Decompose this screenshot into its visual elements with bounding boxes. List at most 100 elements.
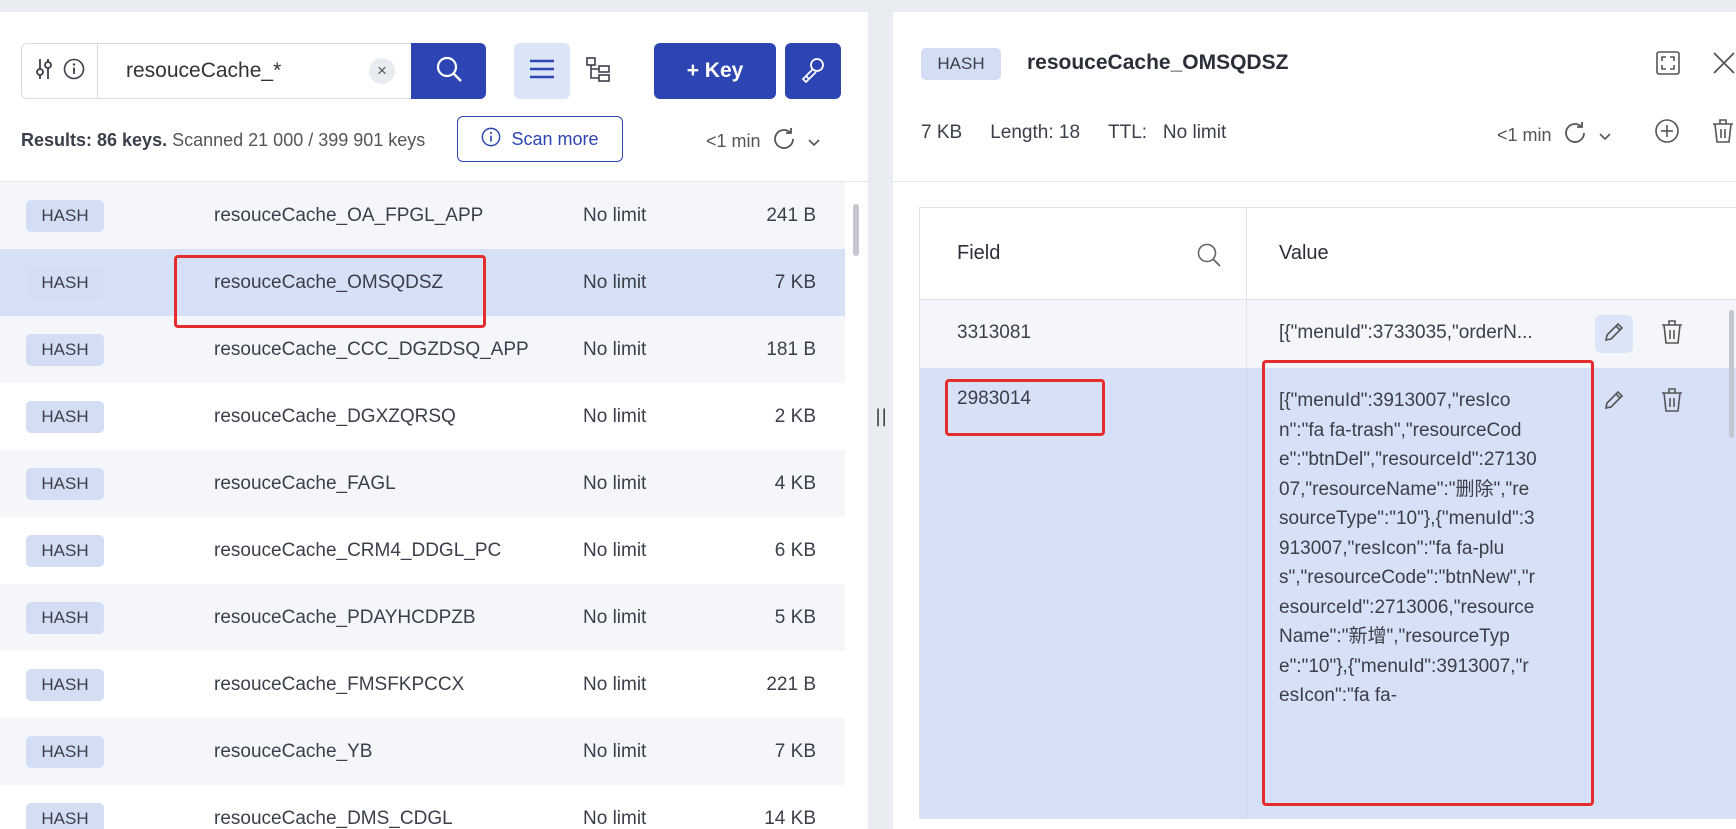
- key-ttl: No limit: [583, 807, 647, 829]
- results-summary: Results: 86 keys. Scanned 21 000 / 399 9…: [21, 130, 425, 151]
- key-ttl: No limit: [583, 338, 647, 360]
- annotation-highlight-value: [1262, 360, 1594, 806]
- search-input[interactable]: resouceCache_*: [98, 44, 369, 98]
- key-row[interactable]: HASH resouceCache_PDAYHCDPZB No limit 5 …: [0, 584, 845, 651]
- key-size: 14 KB: [764, 807, 816, 829]
- expand-icon[interactable]: [1655, 50, 1681, 81]
- ttl-label: TTL:: [1108, 122, 1148, 143]
- key-type-badge: HASH: [26, 467, 104, 500]
- key-ttl: No limit: [583, 740, 647, 762]
- key-row[interactable]: HASH resouceCache_CRM4_DDGL_PC No limit …: [0, 517, 845, 584]
- refresh-control: <1 min: [706, 126, 821, 157]
- detail-size: 7 KB: [921, 122, 963, 143]
- detail-length: Length: 18: [990, 122, 1081, 143]
- trash-icon: [1660, 319, 1684, 350]
- key-row[interactable]: HASH resouceCache_FMSFKPCCX No limit 221…: [0, 651, 845, 718]
- close-icon[interactable]: [1711, 50, 1736, 81]
- detail-last-refresh: <1 min: [1497, 125, 1552, 145]
- key-name: resouceCache_CRM4_DDGL_PC: [214, 539, 502, 561]
- filter-button[interactable]: [22, 44, 98, 98]
- row-actions: [1595, 383, 1691, 421]
- field-header-label: Field: [957, 242, 1001, 264]
- key-type-badge: HASH: [26, 534, 104, 567]
- field-cell: 3313081: [920, 300, 1247, 368]
- key-size: 6 KB: [774, 539, 816, 561]
- info-icon: [481, 127, 501, 152]
- key-type-badge: HASH: [26, 333, 104, 366]
- detail-scrollbar[interactable]: [1729, 310, 1734, 438]
- detail-refresh-control: <1 min: [1497, 120, 1612, 151]
- detail-type-badge: HASH: [921, 48, 1001, 80]
- search-bar: resouceCache_* ×: [21, 43, 486, 99]
- refresh-icon[interactable]: [771, 126, 797, 157]
- key-name: resouceCache_YB: [214, 740, 373, 762]
- clear-search-icon[interactable]: ×: [369, 58, 395, 84]
- key-size: 221 B: [766, 673, 816, 695]
- key-ttl: No limit: [583, 606, 647, 628]
- key-row[interactable]: HASH resouceCache_YB No limit 7 KB: [0, 718, 845, 785]
- info-icon[interactable]: [63, 58, 85, 85]
- edit-button[interactable]: [1595, 383, 1633, 421]
- search-icon[interactable]: [1196, 242, 1222, 274]
- key-row[interactable]: HASH resouceCache_DGXZQRSQ No limit 2 KB: [0, 383, 845, 450]
- key-row[interactable]: HASH resouceCache_DMS_CDGL No limit 14 K…: [0, 785, 845, 829]
- splitter-grip[interactable]: ||: [875, 406, 887, 427]
- detail-key-name[interactable]: resouceCache_OMSQDSZ: [1027, 51, 1288, 75]
- key-ttl: No limit: [583, 539, 647, 561]
- annotation-highlight-field: [945, 379, 1105, 436]
- add-field-icon[interactable]: [1654, 118, 1680, 149]
- pencil-icon: [1602, 388, 1626, 417]
- results-count: Results: 86 keys.: [21, 130, 168, 150]
- key-row[interactable]: HASH resouceCache_FAGL No limit 4 KB: [0, 450, 845, 517]
- add-key-button[interactable]: + Key: [654, 43, 776, 99]
- key-name: resouceCache_DGXZQRSQ: [214, 405, 456, 427]
- scan-more-label: Scan more: [511, 128, 599, 149]
- search-button[interactable]: [411, 43, 486, 99]
- scan-more-button[interactable]: Scan more: [457, 116, 623, 162]
- key-name: resouceCache_CCC_DGZDSQ_APP: [214, 338, 529, 360]
- key-ttl: No limit: [583, 204, 647, 226]
- key-type-badge: HASH: [26, 400, 104, 433]
- wrench-icon: [799, 55, 827, 88]
- refresh-icon[interactable]: [1562, 120, 1588, 151]
- key-type-badge: HASH: [26, 199, 104, 232]
- tree-view-button[interactable]: [570, 43, 626, 99]
- key-ttl: No limit: [583, 405, 647, 427]
- tools-button[interactable]: [785, 43, 841, 99]
- table-row[interactable]: 3313081 [{"menuId":3733035,"orderN...: [920, 300, 1736, 368]
- key-row[interactable]: HASH resouceCache_OA_FPGL_APP No limit 2…: [0, 182, 845, 249]
- chevron-down-icon[interactable]: [1598, 125, 1612, 146]
- key-list-panel: resouceCache_* × + Key Results: 86 keys.…: [0, 12, 868, 829]
- key-type-badge: HASH: [26, 601, 104, 634]
- table-header: Field Value: [920, 208, 1736, 300]
- delete-key-icon[interactable]: [1711, 118, 1735, 149]
- tree-view-icon: [585, 56, 611, 87]
- key-size: 181 B: [766, 338, 816, 360]
- key-name: resouceCache_OA_FPGL_APP: [214, 204, 484, 226]
- key-size: 5 KB: [774, 606, 816, 628]
- search-icon: [435, 55, 463, 88]
- edit-button[interactable]: [1595, 315, 1633, 353]
- key-size: 4 KB: [774, 472, 816, 494]
- key-type-badge: HASH: [26, 802, 104, 829]
- row-actions: [1595, 315, 1691, 353]
- list-view-button[interactable]: [514, 43, 570, 99]
- pencil-icon: [1602, 320, 1626, 349]
- chevron-down-icon[interactable]: [807, 131, 821, 152]
- last-refresh-time: <1 min: [706, 131, 761, 151]
- key-size: 241 B: [766, 204, 816, 226]
- delete-field-button[interactable]: [1653, 383, 1691, 421]
- value-column-header: Value: [1279, 242, 1329, 264]
- delete-field-button[interactable]: [1653, 315, 1691, 353]
- ttl-value: No limit: [1162, 122, 1227, 143]
- key-type-badge: HASH: [26, 668, 104, 701]
- key-list-scrollbar[interactable]: [853, 204, 859, 256]
- list-view-icon: [529, 58, 555, 85]
- key-name: resouceCache_PDAYHCDPZB: [214, 606, 476, 628]
- results-scanned: Scanned 21 000 / 399 901 keys: [167, 130, 426, 150]
- key-ttl: No limit: [583, 673, 647, 695]
- detail-ttl[interactable]: TTL: No limit: [1108, 122, 1226, 144]
- key-size: 7 KB: [774, 271, 816, 293]
- view-toggle: [514, 43, 626, 99]
- key-name: resouceCache_FAGL: [214, 472, 396, 494]
